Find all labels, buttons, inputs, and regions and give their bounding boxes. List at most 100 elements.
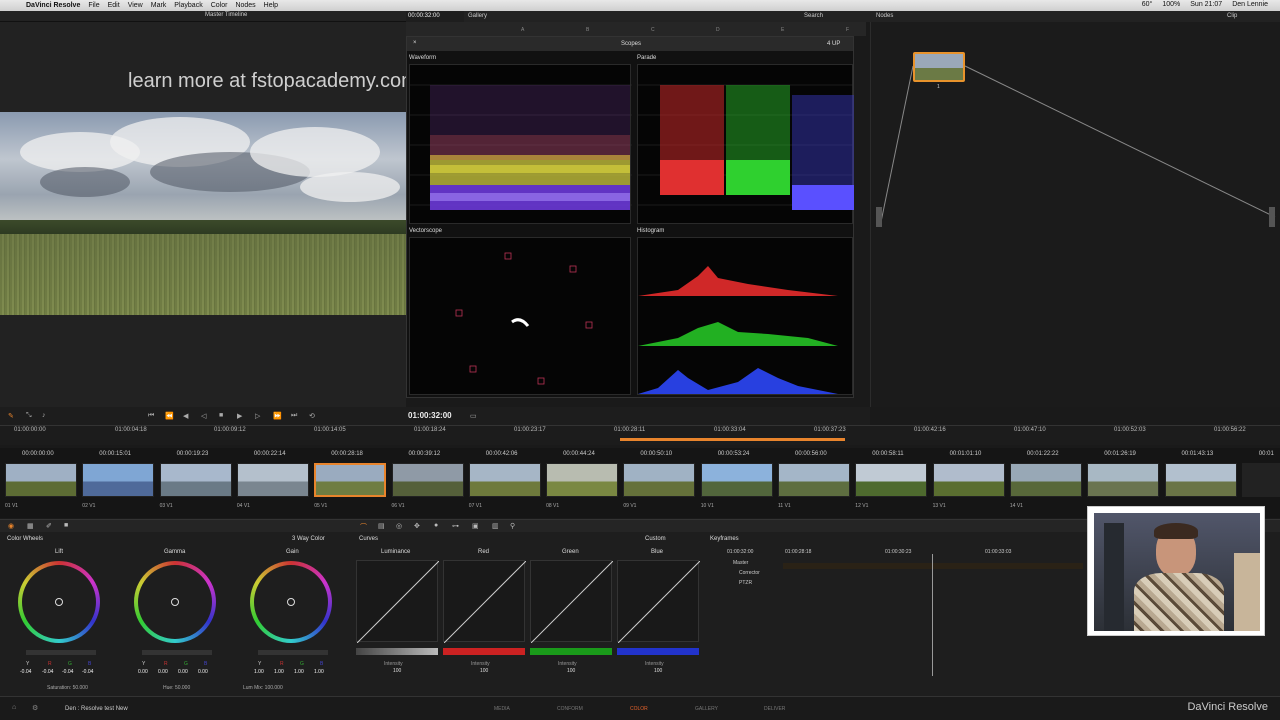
lift-r-value[interactable]: -0.04 (42, 669, 53, 675)
wheels-mode-select[interactable]: 3 Way Color (292, 536, 325, 542)
gamma-g-value[interactable]: 0.00 (178, 669, 188, 675)
clip-thumbnail[interactable] (546, 463, 619, 497)
play-icon[interactable]: ▶ (237, 412, 242, 420)
clip-thumbnail[interactable] (1241, 463, 1280, 497)
track-master[interactable]: Master (733, 560, 748, 566)
track-ptzr[interactable]: PTZR (739, 580, 752, 586)
clip-thumbnail[interactable] (236, 463, 309, 497)
album-tab[interactable]: E (781, 27, 784, 33)
track-corrector[interactable]: Corrector (739, 570, 760, 576)
lift-b-value[interactable]: -0.04 (82, 669, 93, 675)
menu-help[interactable]: Help (264, 2, 278, 9)
gain-b-value[interactable]: 1.00 (314, 669, 324, 675)
album-tab[interactable]: C (651, 27, 655, 33)
pencil-icon[interactable]: ✎ (8, 412, 14, 420)
node-editor[interactable]: 1 (870, 22, 1280, 407)
gamma-r-value[interactable]: 0.00 (158, 669, 168, 675)
clip-thumbnail[interactable] (1164, 463, 1237, 497)
gain-y-value[interactable]: 1.00 (254, 669, 264, 675)
clip-thumbnail[interactable] (82, 463, 155, 497)
color-wheels-tab-icon[interactable]: ◉ (8, 522, 14, 530)
album-tab[interactable]: F (846, 27, 849, 33)
dropper-icon[interactable]: ✐ (46, 522, 52, 530)
tracker-icon[interactable]: ✥ (414, 522, 420, 530)
green-curve[interactable] (530, 560, 613, 643)
page-gallery[interactable]: GALLERY (695, 706, 718, 712)
menu-nodes[interactable]: Nodes (235, 2, 255, 9)
close-icon[interactable]: × (413, 40, 417, 46)
previous-clip-icon[interactable]: ⏪ (165, 412, 174, 420)
menu-color[interactable]: Color (211, 2, 228, 9)
timeline-ruler[interactable]: 01:00:00:00 01:00:04:18 01:00:09:12 01:0… (0, 425, 1280, 445)
node-1[interactable] (913, 52, 965, 82)
gamma-master-slider[interactable] (142, 650, 212, 655)
nodes-mode[interactable]: Clip (1227, 13, 1237, 19)
red-curve[interactable] (443, 560, 526, 643)
page-conform[interactable]: CONFORM (557, 706, 583, 712)
clip-thumbnail[interactable] (314, 463, 387, 497)
keyframe-icon[interactable]: ⚲ (510, 522, 515, 530)
timeline-selector[interactable]: Master Timeline (205, 12, 247, 18)
resize-icon[interactable]: ⤡ (26, 412, 32, 420)
step-back-icon[interactable]: ◀ (183, 412, 188, 420)
viewer-frame[interactable] (0, 112, 406, 315)
camera-icon[interactable]: ■ (64, 522, 68, 529)
page-media[interactable]: MEDIA (494, 706, 510, 712)
qualifier-icon[interactable]: ▤ (378, 522, 385, 530)
settings-icon[interactable]: ⚙ (32, 704, 38, 712)
menu-file[interactable]: File (88, 2, 99, 9)
blur-icon[interactable]: ● (434, 522, 438, 529)
album-tab[interactable]: D (716, 27, 720, 33)
lift-wheel[interactable] (18, 561, 100, 643)
lift-master-slider[interactable] (26, 650, 96, 655)
clip-thumbnail[interactable] (468, 463, 541, 497)
clip-thumbnail[interactable] (778, 463, 850, 497)
stop-icon[interactable]: ■ (219, 412, 223, 419)
gallery-search[interactable]: Search (804, 13, 823, 19)
menu-edit[interactable]: Edit (108, 2, 120, 9)
gain-master-slider[interactable] (258, 650, 328, 655)
bars-icon[interactable]: ▦ (27, 522, 34, 530)
last-frame-icon[interactable]: ⏭ (291, 412, 297, 420)
scopes-layout-select[interactable]: 4 UP (827, 41, 840, 47)
blue-curve[interactable] (617, 560, 700, 643)
saturation-value[interactable]: Saturation: 50.000 (47, 685, 88, 691)
window-icon[interactable]: ◎ (396, 522, 402, 530)
page-color[interactable]: COLOR (630, 706, 648, 712)
clip-thumbnail[interactable] (1087, 463, 1160, 497)
green-bar[interactable] (530, 648, 612, 655)
album-tab[interactable]: B (586, 27, 589, 33)
luminance-curve[interactable] (356, 560, 439, 643)
gamma-wheel[interactable] (134, 561, 216, 643)
clip-thumbnail[interactable] (5, 463, 77, 497)
lift-y-value[interactable]: -0.04 (20, 669, 31, 675)
blue-intensity[interactable]: 100 (654, 668, 662, 674)
home-icon[interactable]: ⌂ (12, 704, 16, 711)
green-intensity[interactable]: 100 (567, 668, 575, 674)
3d-icon[interactable]: ▥ (492, 522, 499, 530)
hue-value[interactable]: Hue: 50.000 (163, 685, 190, 691)
first-frame-icon[interactable]: ⏮ (148, 412, 154, 420)
album-tab[interactable]: A (521, 27, 524, 33)
reverse-icon[interactable]: ◁ (201, 412, 206, 420)
gain-g-value[interactable]: 1.00 (294, 669, 304, 675)
lum-mix-value[interactable]: Lum Mix: 100.000 (243, 685, 283, 691)
gamma-b-value[interactable]: 0.00 (198, 669, 208, 675)
red-intensity[interactable]: 100 (480, 668, 488, 674)
curves-tab-icon[interactable]: ⌒ (360, 522, 367, 532)
gain-wheel[interactable] (250, 561, 332, 643)
sizing-icon[interactable]: ▣ (472, 522, 479, 530)
clip-thumbnail[interactable] (623, 463, 696, 497)
speaker-icon[interactable]: ♪ (42, 412, 46, 419)
clip-thumbnail[interactable] (391, 463, 464, 497)
menu-playback[interactable]: Playback (174, 2, 202, 9)
menu-mark[interactable]: Mark (151, 2, 167, 9)
monitor-icon[interactable]: ▭ (470, 412, 477, 420)
clip-thumbnail[interactable] (700, 463, 773, 497)
loop-icon[interactable]: ⟲ (309, 412, 315, 420)
key-icon[interactable]: ⊶ (452, 522, 459, 530)
clip-thumbnail[interactable] (159, 463, 232, 497)
app-name[interactable]: DaVinci Resolve (26, 2, 80, 9)
gain-r-value[interactable]: 1.00 (274, 669, 284, 675)
keyframe-playhead[interactable] (932, 554, 933, 676)
